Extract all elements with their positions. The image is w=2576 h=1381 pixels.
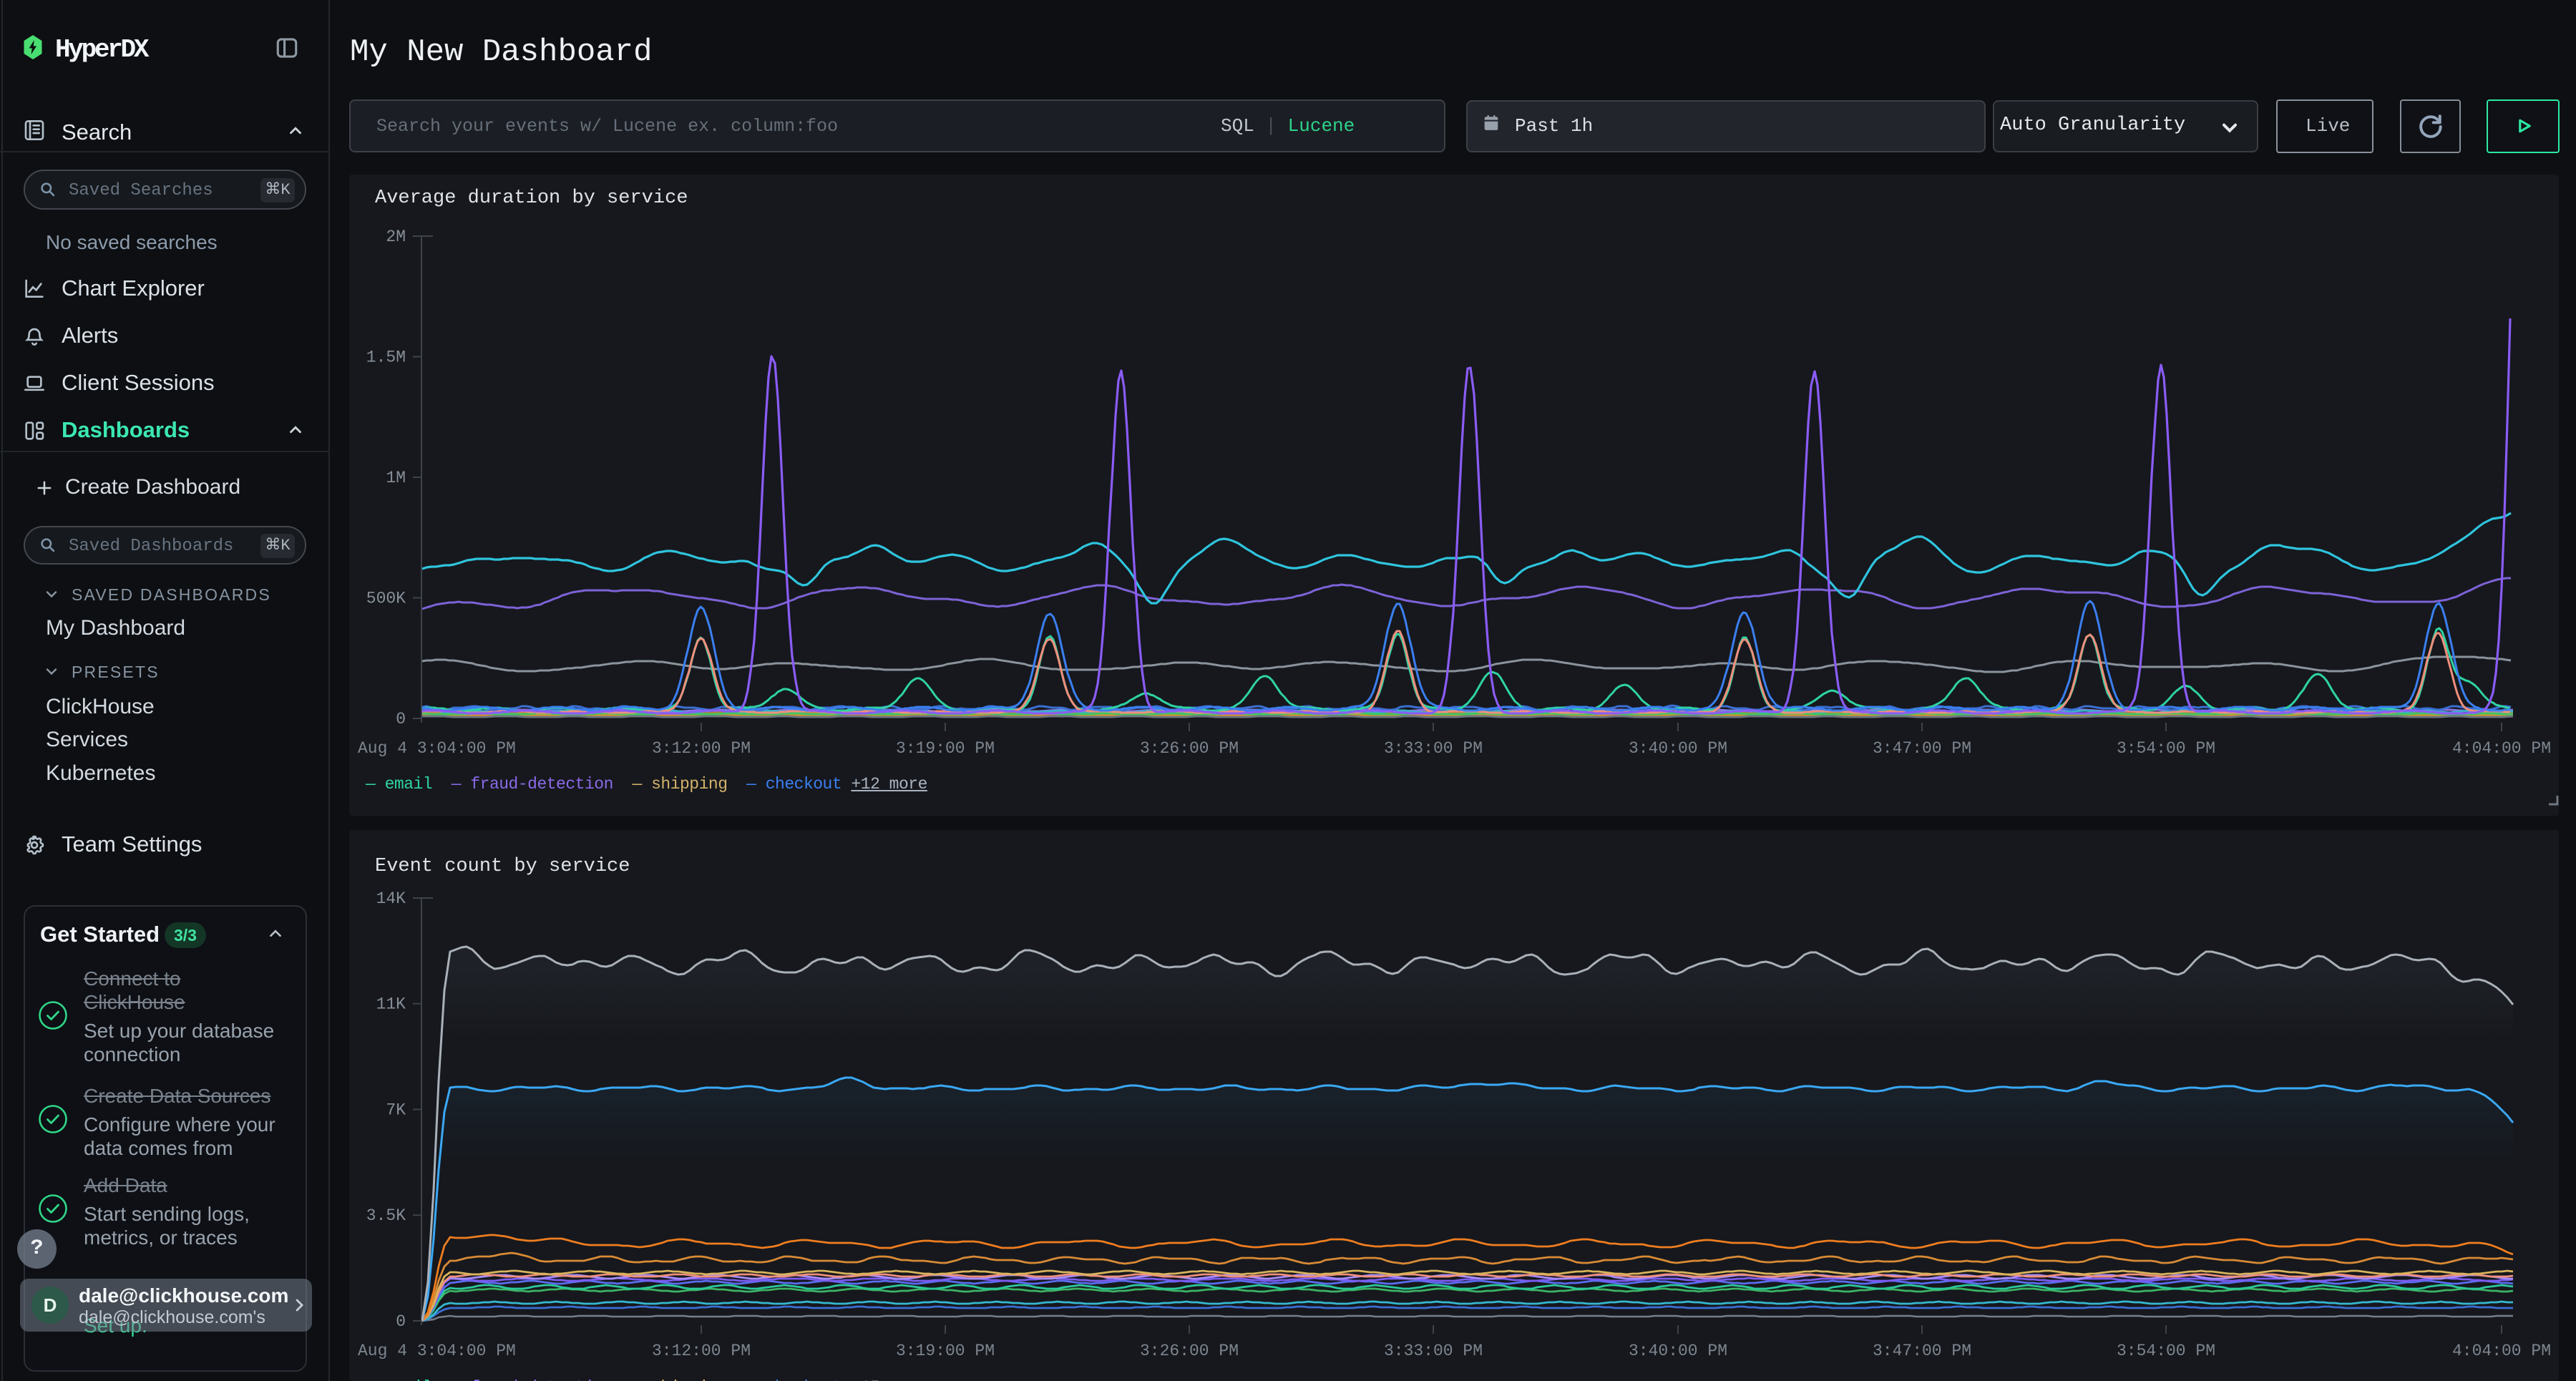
svg-text:11K: 11K — [376, 995, 406, 1014]
svg-text:500K: 500K — [366, 590, 406, 608]
svg-text:1M: 1M — [386, 469, 406, 487]
svg-text:3:12:00 PM: 3:12:00 PM — [652, 1342, 751, 1360]
svg-text:3:54:00 PM: 3:54:00 PM — [2117, 1342, 2215, 1360]
svg-text:4:04:00 PM: 4:04:00 PM — [2452, 739, 2551, 758]
svg-text:2M: 2M — [386, 228, 406, 246]
svg-text:Aug 4 3:04:00 PM: Aug 4 3:04:00 PM — [358, 1342, 516, 1360]
svg-text:14K: 14K — [376, 889, 406, 908]
svg-text:3:33:00 PM: 3:33:00 PM — [1384, 1342, 1483, 1360]
svg-text:3:19:00 PM: 3:19:00 PM — [896, 1342, 995, 1360]
svg-text:4:04:00 PM: 4:04:00 PM — [2452, 1342, 2551, 1360]
svg-text:0: 0 — [396, 1312, 406, 1331]
svg-text:3:47:00 PM: 3:47:00 PM — [1873, 739, 1971, 758]
svg-text:3.5K: 3.5K — [366, 1206, 406, 1225]
svg-text:3:26:00 PM: 3:26:00 PM — [1140, 739, 1239, 758]
svg-text:3:19:00 PM: 3:19:00 PM — [896, 739, 995, 758]
svg-text:3:12:00 PM: 3:12:00 PM — [652, 739, 751, 758]
svg-text:3:33:00 PM: 3:33:00 PM — [1384, 739, 1483, 758]
svg-text:3:47:00 PM: 3:47:00 PM — [1873, 1342, 1971, 1360]
svg-text:3:26:00 PM: 3:26:00 PM — [1140, 1342, 1239, 1360]
svg-text:7K: 7K — [386, 1101, 406, 1120]
svg-text:3:40:00 PM: 3:40:00 PM — [1629, 739, 1727, 758]
svg-text:Aug 4 3:04:00 PM: Aug 4 3:04:00 PM — [358, 739, 516, 758]
svg-text:0: 0 — [396, 710, 406, 728]
svg-text:3:40:00 PM: 3:40:00 PM — [1629, 1342, 1727, 1360]
svg-text:1.5M: 1.5M — [366, 348, 406, 367]
svg-text:3:54:00 PM: 3:54:00 PM — [2117, 739, 2215, 758]
